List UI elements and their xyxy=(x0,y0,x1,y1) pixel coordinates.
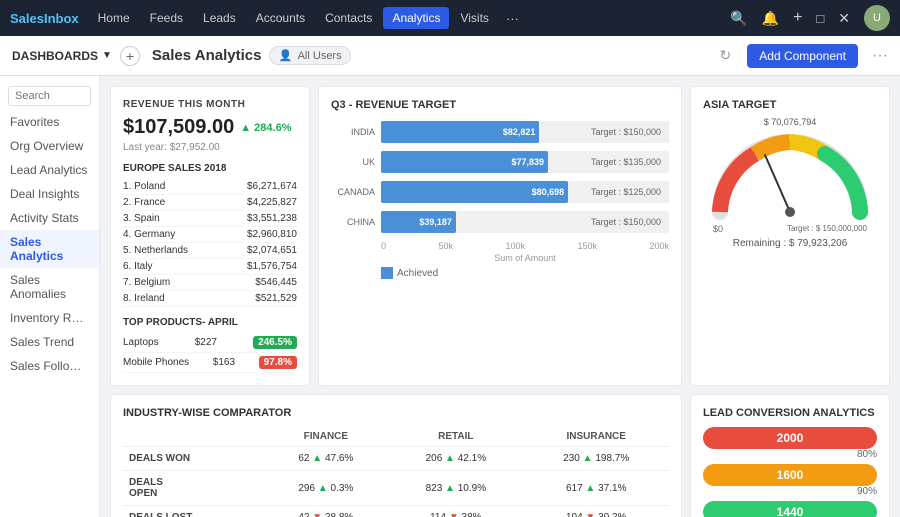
window-icon[interactable]: □ xyxy=(816,11,824,26)
revenue-section-title: REVENUE THIS MONTH xyxy=(123,99,297,110)
dropdown-arrow: ▼ xyxy=(102,50,112,61)
q3-bar-row: CHINA $39,187 Target : $150,000 xyxy=(331,211,669,233)
sidebar-item-sales-trend[interactable]: Sales Trend xyxy=(0,330,99,354)
nav-home[interactable]: Home xyxy=(89,7,139,29)
more-options-button[interactable]: ··· xyxy=(872,47,888,65)
q3-title: Q3 - REVENUE TARGET xyxy=(331,99,669,111)
avatar: U xyxy=(864,5,890,31)
europe-list-item: 7. Belgium$546,445 xyxy=(123,275,297,291)
nav-analytics[interactable]: Analytics xyxy=(383,7,449,29)
q3-bar-row: UK $77,839 Target : $135,000 xyxy=(331,151,669,173)
q3-bar-chart: INDIA $82,821 Target : $150,000 UK $77,8… xyxy=(331,121,669,233)
asia-top-label: $ 70,076,794 xyxy=(703,117,877,127)
industry-table-row: DEALS WON 62 ▲ 47.6% 206 ▲ 42.1% 230 ▲ 1… xyxy=(123,447,669,471)
brand-logo: SalesInbox xyxy=(10,11,79,26)
sidebar: Favorites Org Overview Lead Analytics De… xyxy=(0,76,100,517)
bell-icon[interactable]: 🔔 xyxy=(762,10,779,27)
col-insurance: INSURANCE xyxy=(523,427,669,447)
gauge-axis-labels: $0 Target : $ 150,000,000 xyxy=(703,224,877,234)
product-row: Laptops$227246.5% xyxy=(123,333,297,353)
sidebar-item-org-overview[interactable]: Org Overview xyxy=(0,134,99,158)
sidebar-item-sales-analytics[interactable]: Sales Analytics xyxy=(0,230,99,268)
content-area: REVENUE THIS MONTH $107,509.00 ▲ 284.6% … xyxy=(100,76,900,517)
sidebar-item-deal-insights[interactable]: Deal Insights xyxy=(0,182,99,206)
lead-bar-item: 144075% xyxy=(703,501,877,517)
europe-list-item: 8. Ireland$521,529 xyxy=(123,291,297,307)
top-products-list: Laptops$227246.5%Mobile Phones$16397.8% xyxy=(123,333,297,373)
col-finance: FINANCE xyxy=(263,427,388,447)
product-row: Mobile Phones$16397.8% xyxy=(123,353,297,373)
sidebar-item-favorites[interactable]: Favorites xyxy=(0,110,99,134)
nav-leads[interactable]: Leads xyxy=(194,7,245,29)
close-icon[interactable]: ✕ xyxy=(838,10,850,27)
asia-remaining: Remaining : $ 79,923,206 xyxy=(703,238,877,249)
industry-card: INDUSTRY-WISE COMPARATOR FINANCE RETAIL … xyxy=(110,394,682,517)
gauge-svg xyxy=(705,127,875,222)
nav-contacts[interactable]: Contacts xyxy=(316,7,381,29)
europe-list-item: 1. Poland$6,271,674 xyxy=(123,179,297,195)
sidebar-item-lead-analytics[interactable]: Lead Analytics xyxy=(0,158,99,182)
dashboards-button[interactable]: DASHBOARDS ▼ xyxy=(12,49,112,63)
industry-table-row: DEALS LOST 42 ▼ 28.8% 114 ▼ 38% 104 ▼ 30… xyxy=(123,506,669,517)
q3-card: Q3 - REVENUE TARGET INDIA $82,821 Target… xyxy=(318,86,682,386)
add-dashboard-button[interactable]: + xyxy=(120,46,140,66)
industry-title: INDUSTRY-WISE COMPARATOR xyxy=(123,407,669,419)
q3-bar-row: INDIA $82,821 Target : $150,000 xyxy=(331,121,669,143)
add-icon[interactable]: + xyxy=(793,9,802,27)
industry-table-row: DEALS OPEN 296 ▲ 0.3% 823 ▲ 10.9% 617 ▲ … xyxy=(123,471,669,506)
sidebar-item-sales-anomalies[interactable]: Sales Anomalies xyxy=(0,268,99,306)
col-retail: RETAIL xyxy=(388,427,523,447)
europe-list-item: 4. Germany$2,960,810 xyxy=(123,227,297,243)
q3-bar-row: CANADA $80,698 Target : $125,000 xyxy=(331,181,669,203)
row-2: INDUSTRY-WISE COMPARATOR FINANCE RETAIL … xyxy=(110,394,890,517)
europe-list-item: 6. Italy$1,576,754 xyxy=(123,259,297,275)
page-title: Sales Analytics xyxy=(152,47,262,64)
q3-legend: Achieved xyxy=(381,267,669,279)
refresh-button[interactable]: ↻ xyxy=(720,47,732,64)
user-filter-icon: 👤 xyxy=(278,50,292,62)
lead-card: LEAD CONVERSION ANALYTICS 200080% 160090%… xyxy=(690,394,890,517)
search-icon[interactable]: 🔍 xyxy=(730,10,747,27)
user-filter-badge[interactable]: 👤 All Users xyxy=(269,46,350,65)
lead-bars: 200080%160090%144075%1080 xyxy=(703,427,877,517)
lead-bar-item: 200080% xyxy=(703,427,877,460)
sidebar-search-input[interactable] xyxy=(8,86,91,106)
top-nav: SalesInbox Home Feeds Leads Accounts Con… xyxy=(0,0,900,36)
lead-bar-item: 160090% xyxy=(703,464,877,497)
revenue-last-year: Last year: $27,952.00 xyxy=(123,142,297,153)
row-1: REVENUE THIS MONTH $107,509.00 ▲ 284.6% … xyxy=(110,86,890,386)
left-panel: REVENUE THIS MONTH $107,509.00 ▲ 284.6% … xyxy=(110,86,310,386)
lead-conversion-title: LEAD CONVERSION ANALYTICS xyxy=(703,407,877,419)
nav-accounts[interactable]: Accounts xyxy=(247,7,314,29)
europe-title: EUROPE SALES 2018 xyxy=(123,163,297,174)
sidebar-item-inventory-reports[interactable]: Inventory Reports xyxy=(0,306,99,330)
add-component-button[interactable]: Add Component xyxy=(747,44,858,68)
main-layout: Favorites Org Overview Lead Analytics De… xyxy=(0,76,900,517)
europe-list-item: 3. Spain$3,551,238 xyxy=(123,211,297,227)
asia-title: ASIA TARGET xyxy=(703,99,877,111)
toolbar: DASHBOARDS ▼ + Sales Analytics 👤 All Use… xyxy=(0,36,900,76)
sidebar-item-sales-followup[interactable]: Sales Follow-up T xyxy=(0,354,99,378)
q3-y-label: Sum of Amount xyxy=(381,253,669,263)
nav-visits[interactable]: Visits xyxy=(451,7,497,29)
europe-list-item: 2. France$4,225,827 xyxy=(123,195,297,211)
nav-more[interactable]: ··· xyxy=(500,7,525,30)
europe-list-item: 5. Netherlands$2,074,651 xyxy=(123,243,297,259)
asia-card: ASIA TARGET $ 70,076,794 xyxy=(690,86,890,386)
top-products-title: TOP PRODUCTS- APRIL xyxy=(123,317,297,328)
industry-table: FINANCE RETAIL INSURANCE DEALS WON 62 ▲ … xyxy=(123,427,669,517)
sidebar-item-activity-stats[interactable]: Activity Stats xyxy=(0,206,99,230)
europe-list: 1. Poland$6,271,6742. France$4,225,8273.… xyxy=(123,179,297,307)
nav-feeds[interactable]: Feeds xyxy=(141,7,192,29)
gauge-container xyxy=(705,127,875,222)
revenue-change: ▲ 284.6% xyxy=(240,122,291,134)
q3-x-axis: 050k100k150k200k xyxy=(381,241,669,251)
revenue-amount: $107,509.00 ▲ 284.6% xyxy=(123,116,297,139)
